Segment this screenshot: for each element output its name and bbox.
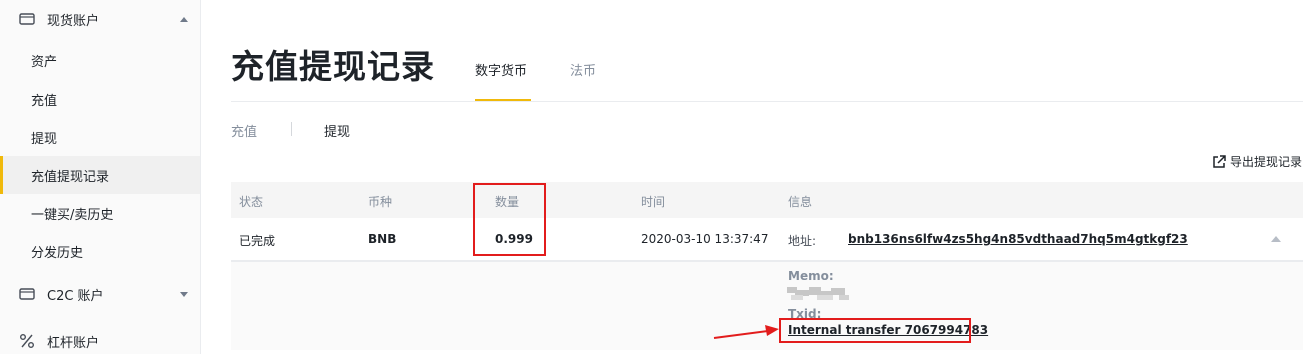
export-button[interactable]: 导出提现记录	[1212, 153, 1302, 170]
address-label: 地址:	[788, 234, 817, 248]
wallet-icon	[18, 10, 36, 28]
subtab-withdraw[interactable]: 提现	[324, 121, 350, 140]
export-icon	[1212, 154, 1226, 169]
subtab-deposit[interactable]: 充值	[231, 121, 257, 140]
sidebar-item-buy-sell-history[interactable]: 一键买/卖历史	[0, 194, 200, 232]
tab-crypto[interactable]: 数字货币	[475, 60, 527, 79]
sidebar-item-deposit[interactable]: 充值	[0, 80, 200, 118]
margin-account-label: 杠杆账户	[47, 335, 100, 351]
memo-redacted-value	[787, 287, 853, 301]
txid-highlight-box	[779, 318, 971, 343]
subtab-divider	[291, 122, 292, 136]
column-header-coin: 币种	[368, 195, 393, 209]
chevron-down-icon	[180, 291, 188, 297]
sidebar-item-assets[interactable]: 资产	[0, 41, 200, 79]
spot-account-label: 现货账户	[47, 13, 100, 29]
sidebar: 现货账户 资产 充值 提现 充值提现记录 一键买/卖历史 分发历史 C2C 账户…	[0, 0, 201, 354]
coin-value: BNB	[368, 232, 397, 246]
tab-fiat[interactable]: 法币	[570, 60, 596, 79]
chevron-up-icon	[180, 16, 188, 22]
header-divider	[231, 101, 1303, 102]
column-header-status: 状态	[239, 195, 264, 209]
status-value: 已完成	[239, 234, 276, 248]
memo-label: Memo:	[788, 269, 834, 283]
time-value: 2020-03-10 13:37:47	[641, 232, 769, 246]
c2c-account-label: C2C 账户	[47, 288, 104, 304]
column-header-time: 时间	[641, 195, 666, 209]
sidebar-item-withdraw[interactable]: 提现	[0, 118, 200, 156]
wallet-icon	[18, 285, 36, 303]
red-arrow-icon	[713, 325, 779, 339]
amount-highlight-box	[473, 183, 546, 256]
percent-icon	[18, 332, 36, 350]
sidebar-item-history[interactable]: 充值提现记录	[0, 156, 200, 194]
c2c-account-group[interactable]: C2C 账户	[0, 275, 200, 313]
export-label: 导出提现记录	[1230, 155, 1303, 169]
address-link[interactable]: bnb136ns6lfw4zs5hg4n85vdthaad7hq5m4gtkgf…	[848, 232, 1188, 246]
sidebar-item-distribution-history[interactable]: 分发历史	[0, 232, 200, 270]
column-header-info: 信息	[788, 195, 813, 209]
table-row[interactable]: 已完成 BNB 0.999 2020-03-10 13:37:47 地址: bn…	[231, 219, 1303, 261]
table-header: 状态 币种 数量 时间 信息	[231, 182, 1303, 218]
spot-account-group[interactable]: 现货账户	[0, 0, 200, 38]
margin-account-group[interactable]: 杠杆账户	[0, 322, 200, 360]
collapse-toggle-icon[interactable]	[1271, 236, 1281, 242]
page-title: 充值提现记录	[231, 47, 435, 86]
